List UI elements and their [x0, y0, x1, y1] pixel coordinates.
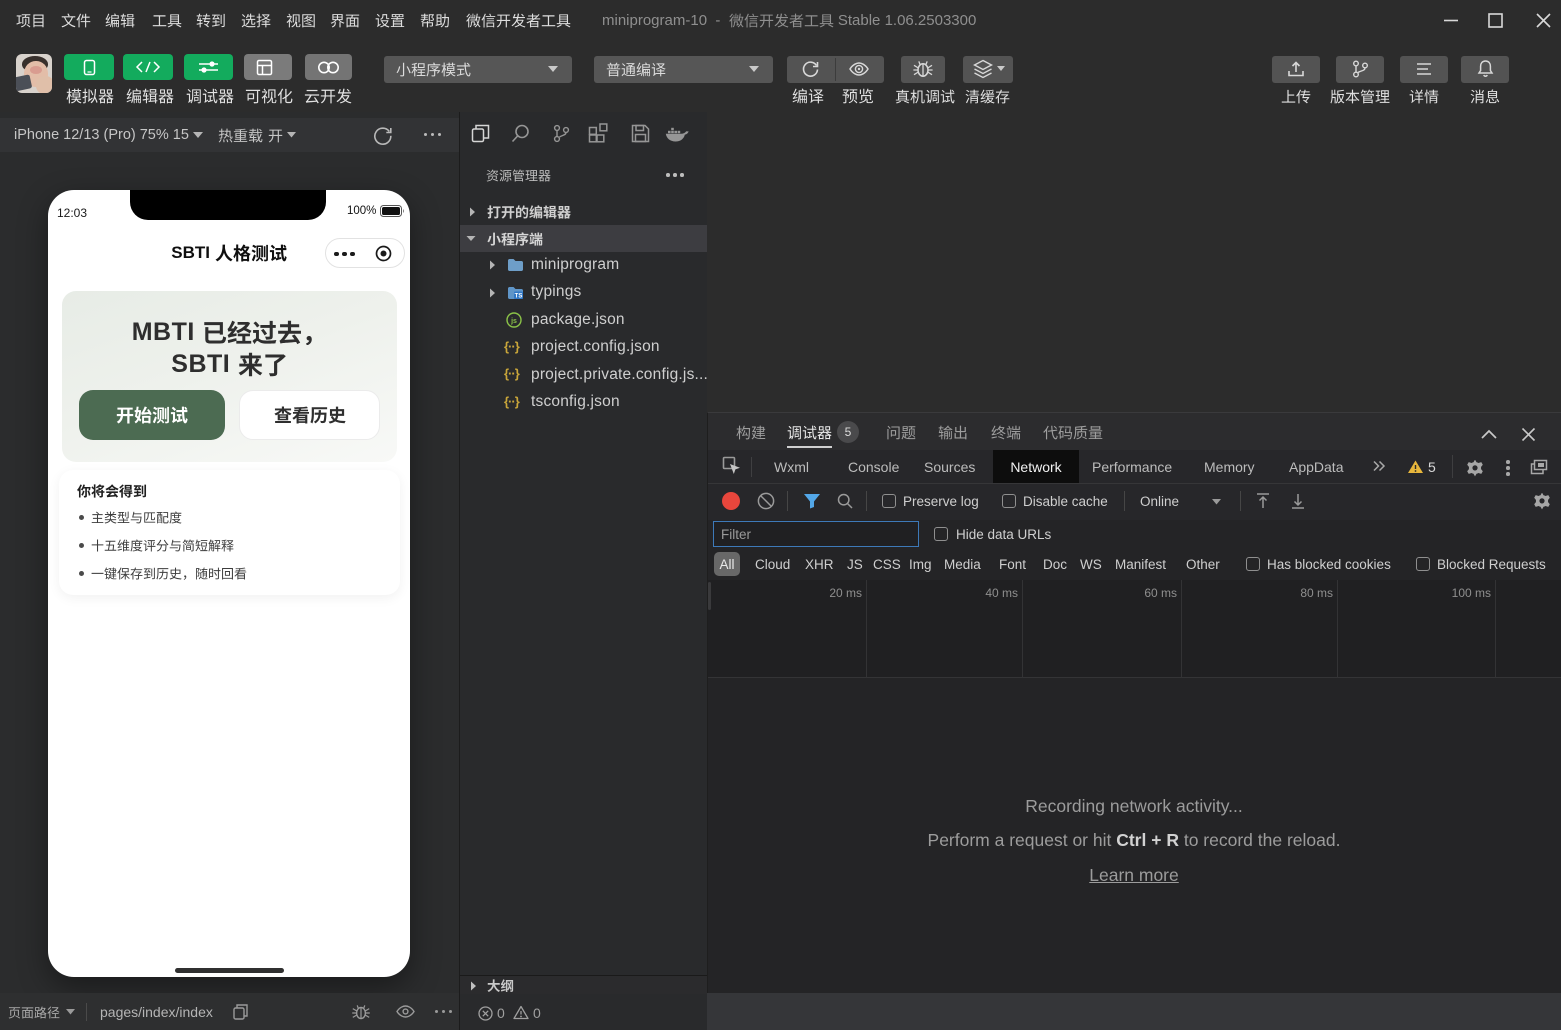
svg-text:TS: TS	[515, 293, 523, 299]
svg-text:js: js	[510, 318, 517, 325]
